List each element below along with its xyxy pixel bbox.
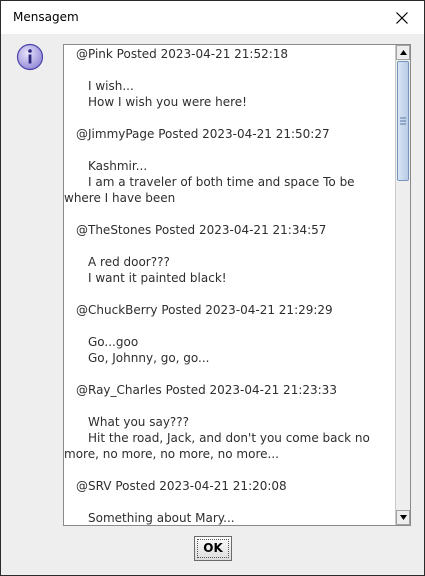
message-item: @JimmyPage Posted 2023-04-21 21:50:27 Kas… xyxy=(64,126,394,222)
arrow-down-icon xyxy=(400,515,407,520)
message-header: @Pink Posted 2023-04-21 21:52:18 xyxy=(76,47,289,61)
message-line: A red door??? xyxy=(88,255,170,269)
message-header: @Ray_Charles Posted 2023-04-21 21:23:33 xyxy=(76,383,337,397)
message-line: Kashmir... xyxy=(88,159,148,173)
message-line: Go...goo xyxy=(88,335,139,349)
message-line: Go, Johnny, go, go... xyxy=(88,351,210,365)
message-header: @JimmyPage Posted 2023-04-21 21:50:27 xyxy=(76,127,330,141)
ok-button[interactable]: OK xyxy=(194,536,232,561)
grip-icon xyxy=(400,117,406,125)
message-header: @SRV Posted 2023-04-21 21:20:08 xyxy=(76,479,287,493)
info-icon xyxy=(16,43,44,71)
message-line: What you say??? xyxy=(88,415,190,429)
message-line: I am a traveler of both time and space T… xyxy=(64,175,355,205)
messages-scrollpane[interactable]: @Pink Posted 2023-04-21 21:52:18 I wish..… xyxy=(63,44,411,526)
title-bar[interactable]: Mensagem xyxy=(1,1,424,34)
message-line: How I wish you were here! xyxy=(88,95,247,109)
message-line: Something about Mary... xyxy=(88,511,235,525)
message-line: I want it painted black! xyxy=(88,271,227,285)
message-header: @ChuckBerry Posted 2023-04-21 21:29:29 xyxy=(76,303,333,317)
message-dialog: Mensagem @Pink Posted 2023-04-21 21:52:1… xyxy=(0,0,425,576)
message-item: @TheStones Posted 2023-04-21 21:34:57 A r… xyxy=(64,222,394,302)
message-item: @ChuckBerry Posted 2023-04-21 21:29:29 Go… xyxy=(64,302,394,382)
scroll-thumb[interactable] xyxy=(397,61,409,181)
message-item: @Pink Posted 2023-04-21 21:52:18 I wish..… xyxy=(64,46,394,126)
close-button[interactable] xyxy=(380,1,424,34)
messages-text-area[interactable]: @Pink Posted 2023-04-21 21:52:18 I wish..… xyxy=(64,45,394,525)
scroll-down-button[interactable] xyxy=(396,510,410,525)
message-line: Hit the road, Jack, and don't you come b… xyxy=(64,431,370,461)
ok-button-label: OK xyxy=(197,539,229,558)
message-item: @Ray_Charles Posted 2023-04-21 21:23:33 W… xyxy=(64,382,394,478)
vertical-scrollbar[interactable] xyxy=(395,45,410,525)
scroll-up-button[interactable] xyxy=(396,45,410,60)
message-item: @SRV Posted 2023-04-21 21:20:08 Something… xyxy=(64,478,394,525)
message-header: @TheStones Posted 2023-04-21 21:34:57 xyxy=(76,223,327,237)
close-icon xyxy=(396,12,408,24)
message-line: I wish... xyxy=(88,79,134,93)
window-title: Mensagem xyxy=(13,10,79,24)
arrow-up-icon xyxy=(400,50,407,55)
